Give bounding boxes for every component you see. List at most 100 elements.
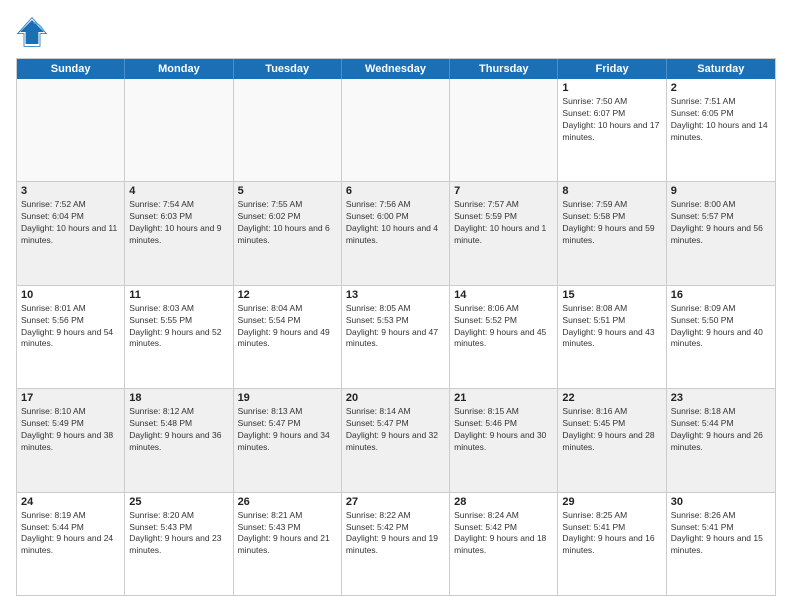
day-info: Sunrise: 7:55 AM Sunset: 6:02 PM Dayligh… (238, 199, 337, 247)
day-info: Sunrise: 8:12 AM Sunset: 5:48 PM Dayligh… (129, 406, 228, 454)
day-number: 22 (562, 392, 661, 404)
empty-cell (125, 79, 233, 181)
calendar-week-2: 3Sunrise: 7:52 AM Sunset: 6:04 PM Daylig… (17, 182, 775, 285)
day-number: 7 (454, 185, 553, 197)
empty-cell (234, 79, 342, 181)
day-cell-30: 30 Sunrise: 8:26 AM Sunset: 5:41 PM Dayli… (667, 493, 775, 595)
header (16, 16, 776, 48)
day-cell-17: 17 Sunrise: 8:10 AM Sunset: 5:49 PM Dayli… (17, 389, 125, 491)
page: SundayMondayTuesdayWednesdayThursdayFrid… (0, 0, 792, 612)
day-cell-3: 3Sunrise: 7:52 AM Sunset: 6:04 PM Daylig… (17, 182, 125, 284)
empty-cell (450, 79, 558, 181)
empty-cell (342, 79, 450, 181)
day-cell-24: 24 Sunrise: 8:19 AM Sunset: 5:44 PM Dayli… (17, 493, 125, 595)
day-cell-28: 28 Sunrise: 8:24 AM Sunset: 5:42 PM Dayli… (450, 493, 558, 595)
day-number: 8 (562, 185, 661, 197)
day-number: 14 (454, 289, 553, 301)
day-info: Sunrise: 8:21 AM Sunset: 5:43 PM Dayligh… (238, 510, 337, 558)
day-cell-26: 26 Sunrise: 8:21 AM Sunset: 5:43 PM Dayli… (234, 493, 342, 595)
day-header-wednesday: Wednesday (342, 59, 450, 79)
day-info: Sunrise: 8:18 AM Sunset: 5:44 PM Dayligh… (671, 406, 771, 454)
day-number: 16 (671, 289, 771, 301)
day-header-monday: Monday (125, 59, 233, 79)
day-number: 12 (238, 289, 337, 301)
day-cell-29: 29Sunrise: 8:25 AM Sunset: 5:41 PM Dayli… (558, 493, 666, 595)
day-cell-22: 22 Sunrise: 8:16 AM Sunset: 5:45 PM Dayli… (558, 389, 666, 491)
day-cell-11: 11 Sunrise: 8:03 AM Sunset: 5:55 PM Dayli… (125, 286, 233, 388)
day-cell-13: 13 Sunrise: 8:05 AM Sunset: 5:53 PM Dayli… (342, 286, 450, 388)
day-number: 25 (129, 496, 228, 508)
day-number: 29 (562, 496, 661, 508)
day-header-tuesday: Tuesday (234, 59, 342, 79)
day-cell-7: 7 Sunrise: 7:57 AM Sunset: 5:59 PM Daylig… (450, 182, 558, 284)
calendar-week-4: 17 Sunrise: 8:10 AM Sunset: 5:49 PM Dayli… (17, 389, 775, 492)
day-info: Sunrise: 8:13 AM Sunset: 5:47 PM Dayligh… (238, 406, 337, 454)
day-cell-6: 6 Sunrise: 7:56 AM Sunset: 6:00 PM Daylig… (342, 182, 450, 284)
day-number: 19 (238, 392, 337, 404)
day-info: Sunrise: 7:52 AM Sunset: 6:04 PM Dayligh… (21, 199, 120, 247)
day-number: 20 (346, 392, 445, 404)
day-number: 15 (562, 289, 661, 301)
day-number: 6 (346, 185, 445, 197)
calendar-week-5: 24 Sunrise: 8:19 AM Sunset: 5:44 PM Dayli… (17, 493, 775, 595)
day-info: Sunrise: 8:04 AM Sunset: 5:54 PM Dayligh… (238, 303, 337, 351)
day-number: 2 (671, 82, 771, 94)
day-info: Sunrise: 8:16 AM Sunset: 5:45 PM Dayligh… (562, 406, 661, 454)
calendar-week-3: 10 Sunrise: 8:01 AM Sunset: 5:56 PM Dayli… (17, 286, 775, 389)
day-info: Sunrise: 8:24 AM Sunset: 5:42 PM Dayligh… (454, 510, 553, 558)
calendar-week-1: 1 Sunrise: 7:50 AM Sunset: 6:07 PM Daylig… (17, 79, 775, 182)
day-info: Sunrise: 8:10 AM Sunset: 5:49 PM Dayligh… (21, 406, 120, 454)
day-number: 27 (346, 496, 445, 508)
logo-icon (16, 16, 48, 48)
day-info: Sunrise: 8:26 AM Sunset: 5:41 PM Dayligh… (671, 510, 771, 558)
logo (16, 16, 52, 48)
day-number: 23 (671, 392, 771, 404)
day-info: Sunrise: 8:14 AM Sunset: 5:47 PM Dayligh… (346, 406, 445, 454)
day-cell-23: 23 Sunrise: 8:18 AM Sunset: 5:44 PM Dayli… (667, 389, 775, 491)
day-number: 10 (21, 289, 120, 301)
day-info: Sunrise: 8:22 AM Sunset: 5:42 PM Dayligh… (346, 510, 445, 558)
day-info: Sunrise: 8:00 AM Sunset: 5:57 PM Dayligh… (671, 199, 771, 247)
day-cell-1: 1 Sunrise: 7:50 AM Sunset: 6:07 PM Daylig… (558, 79, 666, 181)
day-cell-25: 25 Sunrise: 8:20 AM Sunset: 5:43 PM Dayli… (125, 493, 233, 595)
day-number: 9 (671, 185, 771, 197)
day-cell-15: 15 Sunrise: 8:08 AM Sunset: 5:51 PM Dayli… (558, 286, 666, 388)
day-number: 24 (21, 496, 120, 508)
day-cell-14: 14 Sunrise: 8:06 AM Sunset: 5:52 PM Dayli… (450, 286, 558, 388)
day-info: Sunrise: 8:03 AM Sunset: 5:55 PM Dayligh… (129, 303, 228, 351)
day-info: Sunrise: 7:54 AM Sunset: 6:03 PM Dayligh… (129, 199, 228, 247)
day-number: 30 (671, 496, 771, 508)
calendar: SundayMondayTuesdayWednesdayThursdayFrid… (16, 58, 776, 596)
day-info: Sunrise: 7:51 AM Sunset: 6:05 PM Dayligh… (671, 96, 771, 144)
day-cell-21: 21Sunrise: 8:15 AM Sunset: 5:46 PM Dayli… (450, 389, 558, 491)
day-cell-8: 8Sunrise: 7:59 AM Sunset: 5:58 PM Daylig… (558, 182, 666, 284)
day-info: Sunrise: 8:01 AM Sunset: 5:56 PM Dayligh… (21, 303, 120, 351)
day-number: 28 (454, 496, 553, 508)
day-cell-12: 12 Sunrise: 8:04 AM Sunset: 5:54 PM Dayli… (234, 286, 342, 388)
day-info: Sunrise: 7:57 AM Sunset: 5:59 PM Dayligh… (454, 199, 553, 247)
day-info: Sunrise: 7:56 AM Sunset: 6:00 PM Dayligh… (346, 199, 445, 247)
day-info: Sunrise: 8:15 AM Sunset: 5:46 PM Dayligh… (454, 406, 553, 454)
day-info: Sunrise: 7:50 AM Sunset: 6:07 PM Dayligh… (562, 96, 661, 144)
day-info: Sunrise: 8:19 AM Sunset: 5:44 PM Dayligh… (21, 510, 120, 558)
day-number: 11 (129, 289, 228, 301)
day-number: 17 (21, 392, 120, 404)
day-cell-27: 27 Sunrise: 8:22 AM Sunset: 5:42 PM Dayli… (342, 493, 450, 595)
day-cell-18: 18 Sunrise: 8:12 AM Sunset: 5:48 PM Dayli… (125, 389, 233, 491)
day-number: 26 (238, 496, 337, 508)
day-info: Sunrise: 8:08 AM Sunset: 5:51 PM Dayligh… (562, 303, 661, 351)
day-cell-10: 10 Sunrise: 8:01 AM Sunset: 5:56 PM Dayli… (17, 286, 125, 388)
day-number: 13 (346, 289, 445, 301)
day-info: Sunrise: 8:06 AM Sunset: 5:52 PM Dayligh… (454, 303, 553, 351)
day-cell-20: 20 Sunrise: 8:14 AM Sunset: 5:47 PM Dayli… (342, 389, 450, 491)
day-header-thursday: Thursday (450, 59, 558, 79)
day-cell-16: 16Sunrise: 8:09 AM Sunset: 5:50 PM Dayli… (667, 286, 775, 388)
day-info: Sunrise: 8:20 AM Sunset: 5:43 PM Dayligh… (129, 510, 228, 558)
day-number: 18 (129, 392, 228, 404)
day-header-sunday: Sunday (17, 59, 125, 79)
day-header-friday: Friday (558, 59, 666, 79)
day-number: 1 (562, 82, 661, 94)
day-info: Sunrise: 8:05 AM Sunset: 5:53 PM Dayligh… (346, 303, 445, 351)
day-cell-4: 4Sunrise: 7:54 AM Sunset: 6:03 PM Daylig… (125, 182, 233, 284)
calendar-header: SundayMondayTuesdayWednesdayThursdayFrid… (17, 59, 775, 79)
